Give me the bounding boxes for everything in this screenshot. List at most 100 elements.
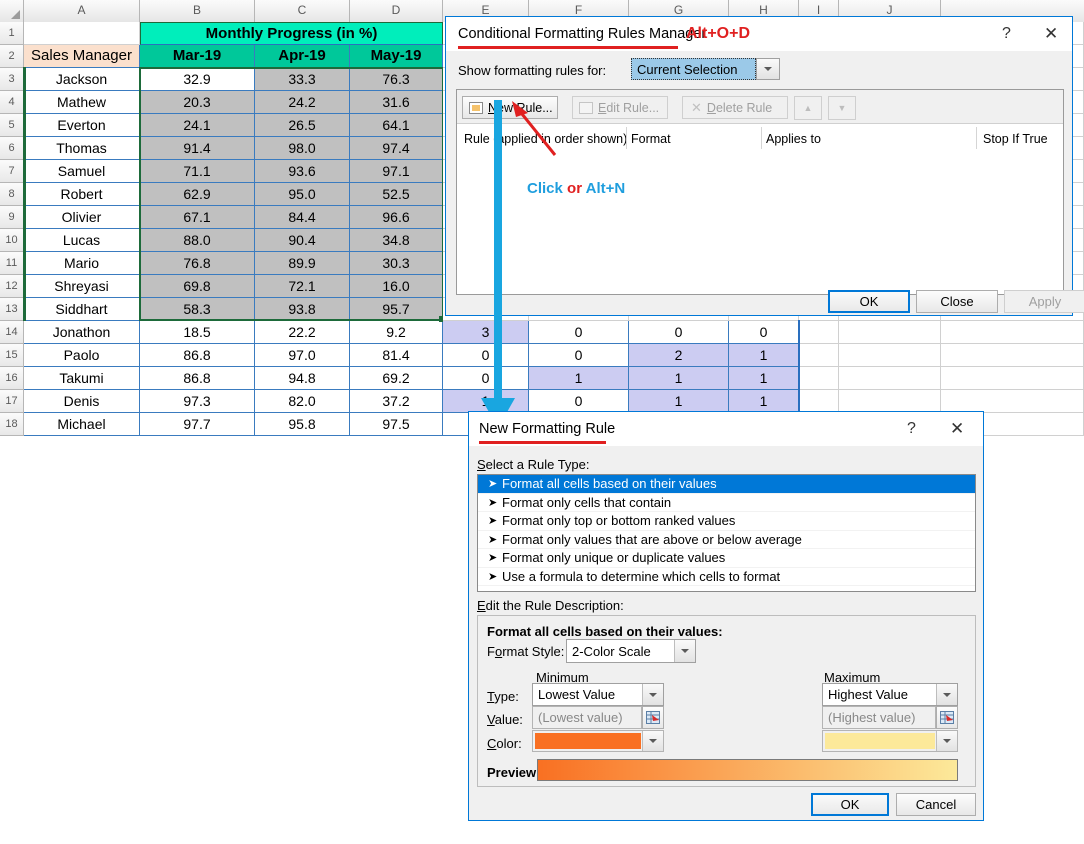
rules-manager-close-icon[interactable]: ✕ [1044,24,1058,44]
new-formatting-rule-dialog[interactable]: New Formatting Rule ? ✕ Select a Rule Ty… [468,411,984,821]
cell-apr-row5[interactable]: 26.5 [255,114,350,137]
cell-may-row14[interactable]: 9.2 [350,321,443,344]
cell-mar-row4[interactable]: 20.3 [140,91,255,114]
maximum-type-combobox[interactable]: Highest Value [822,683,958,706]
cell-apr-row12[interactable]: 72.1 [255,275,350,298]
cell-name-row18[interactable]: Michael [24,413,140,436]
cell-apr-row7[interactable]: 93.6 [255,160,350,183]
cell-name-row9[interactable]: Olivier [24,206,140,229]
cell-apr-row18[interactable]: 95.8 [255,413,350,436]
cell-apr-row6[interactable]: 98.0 [255,137,350,160]
row-header-2[interactable]: 2 [0,45,24,68]
row-header-7[interactable]: 7 [0,160,24,183]
maximum-range-picker-button[interactable] [936,706,958,729]
cell-b2-mar19[interactable]: Mar-19 [140,45,255,68]
cell-may-row5[interactable]: 64.1 [350,114,443,137]
new-rule-close-icon[interactable]: ✕ [950,419,964,439]
cell-mar-row18[interactable]: 97.7 [140,413,255,436]
cell-name-row5[interactable]: Everton [24,114,140,137]
cell-mar-row3[interactable]: 32.9 [140,68,255,91]
cell-name-row7[interactable]: Samuel [24,160,140,183]
row-header-11[interactable]: 11 [0,252,24,275]
maximum-value-input[interactable]: (Highest value) [822,706,936,729]
new-rule-cancel-button[interactable]: Cancel [896,793,976,816]
conditional-formatting-rules-manager-dialog[interactable]: Conditional Formatting Rules Manager Alt… [445,16,1084,316]
cell-apr-row9[interactable]: 84.4 [255,206,350,229]
row-header-14[interactable]: 14 [0,321,24,344]
column-header-c[interactable]: C [255,0,350,22]
cell-apr-row10[interactable]: 90.4 [255,229,350,252]
cell-may-row3[interactable]: 76.3 [350,68,443,91]
cell-apr-row14[interactable]: 22.2 [255,321,350,344]
cell-apr-row4[interactable]: 24.2 [255,91,350,114]
cell-d2-may19[interactable]: May-19 [350,45,443,68]
row-header-4[interactable]: 4 [0,91,24,114]
cell-mar-row6[interactable]: 91.4 [140,137,255,160]
cell-may-row12[interactable]: 16.0 [350,275,443,298]
row-header-17[interactable]: 17 [0,390,24,413]
row-header-15[interactable]: 15 [0,344,24,367]
row-header-12[interactable]: 12 [0,275,24,298]
cell-i16[interactable] [799,367,839,390]
cell-j16[interactable] [839,367,941,390]
cell-a1[interactable] [24,22,140,45]
rule-type-option-3[interactable]: ➤ Format only values that are above or be… [478,531,975,549]
row-header-6[interactable]: 6 [0,137,24,160]
cell-apr-row17[interactable]: 82.0 [255,390,350,413]
cell-e14[interactable]: 3 [443,321,529,344]
cell-may-row15[interactable]: 81.4 [350,344,443,367]
minimum-range-picker-button[interactable] [642,706,664,729]
cell-name-row13[interactable]: Siddhart [24,298,140,321]
cell-name-row8[interactable]: Robert [24,183,140,206]
cell-e16[interactable]: 0 [443,367,529,390]
format-style-arrow[interactable] [674,640,695,662]
cell-name-row10[interactable]: Lucas [24,229,140,252]
rule-type-option-1[interactable]: ➤ Format only cells that contain [478,494,975,512]
new-rule-ok-button[interactable]: OK [811,793,889,816]
cell-name-row17[interactable]: Denis [24,390,140,413]
cell-h14[interactable]: 0 [729,321,799,344]
cell-may-row10[interactable]: 34.8 [350,229,443,252]
cell-may-row18[interactable]: 97.5 [350,413,443,436]
cell-may-row16[interactable]: 69.2 [350,367,443,390]
cell-k15[interactable] [941,344,1084,367]
cell-a2-sales-manager[interactable]: Sales Manager [24,45,140,68]
cell-name-row4[interactable]: Mathew [24,91,140,114]
cell-may-row9[interactable]: 96.6 [350,206,443,229]
cell-h16[interactable]: 1 [729,367,799,390]
row-header-10[interactable]: 10 [0,229,24,252]
cell-h15[interactable]: 1 [729,344,799,367]
cell-apr-row15[interactable]: 97.0 [255,344,350,367]
cell-h17[interactable]: 1 [729,390,799,413]
cell-mar-row10[interactable]: 88.0 [140,229,255,252]
cell-may-row4[interactable]: 31.6 [350,91,443,114]
minimum-type-combobox[interactable]: Lowest Value [532,683,664,706]
cell-may-row13[interactable]: 95.7 [350,298,443,321]
cell-e15[interactable]: 0 [443,344,529,367]
cell-mar-row8[interactable]: 62.9 [140,183,255,206]
cell-k16[interactable] [941,367,1084,390]
cell-f15[interactable]: 0 [529,344,629,367]
rules-manager-help-icon[interactable]: ? [1002,25,1011,43]
cell-c2-apr19[interactable]: Apr-19 [255,45,350,68]
cell-name-row11[interactable]: Mario [24,252,140,275]
cell-k14[interactable] [941,321,1084,344]
cell-apr-row8[interactable]: 95.0 [255,183,350,206]
minimum-color-picker[interactable] [532,730,664,752]
cell-g16[interactable]: 1 [629,367,729,390]
cell-mar-row11[interactable]: 76.8 [140,252,255,275]
minimum-type-arrow[interactable] [642,684,663,705]
format-style-combobox[interactable]: 2-Color Scale [566,639,696,663]
cell-mar-row15[interactable]: 86.8 [140,344,255,367]
rules-manager-close-button[interactable]: Close [916,290,998,313]
cell-may-row8[interactable]: 52.5 [350,183,443,206]
cell-may-row7[interactable]: 97.1 [350,160,443,183]
cell-name-row6[interactable]: Thomas [24,137,140,160]
maximum-color-picker[interactable] [822,730,958,752]
cell-name-row14[interactable]: Jonathon [24,321,140,344]
rule-type-option-5[interactable]: ➤ Use a formula to determine which cells … [478,568,975,586]
column-header-a[interactable]: A [24,0,140,22]
cell-name-row15[interactable]: Paolo [24,344,140,367]
minimum-value-input[interactable]: (Lowest value) [532,706,642,729]
row-header-16[interactable]: 16 [0,367,24,390]
